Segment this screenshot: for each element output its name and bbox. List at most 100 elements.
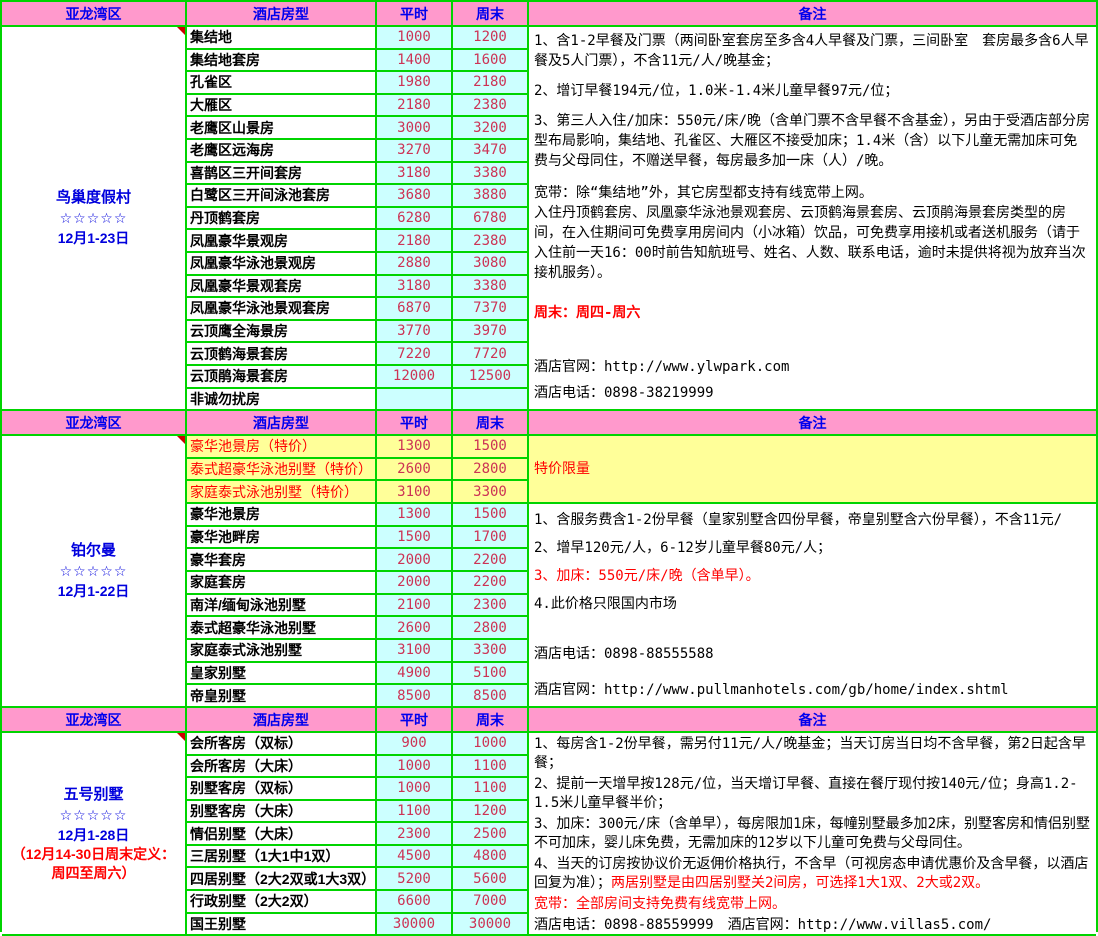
weekend-price-cell[interactable]: 5100 [453, 663, 529, 684]
room-type-cell[interactable]: 老鹰区远海房 [187, 140, 377, 161]
weekday-price-cell[interactable]: 7220 [377, 343, 453, 364]
header-cell-weekday[interactable]: 平时 [377, 708, 453, 731]
weekday-price-cell[interactable]: 2600 [377, 459, 453, 480]
weekday-price-cell[interactable]: 4500 [377, 846, 453, 867]
weekday-price-cell[interactable]: 6600 [377, 891, 453, 912]
room-type-cell[interactable]: 四居别墅（2大2双或1大3双） [187, 868, 377, 889]
room-type-cell[interactable]: 帝皇别墅 [187, 685, 377, 706]
room-type-cell[interactable]: 豪华池景房 [187, 504, 377, 525]
weekday-price-cell[interactable]: 3680 [377, 185, 453, 206]
header-cell-notes[interactable]: 备注 [529, 2, 1096, 25]
weekend-price-cell[interactable]: 1100 [453, 778, 529, 799]
weekend-price-cell[interactable]: 1000 [453, 733, 529, 754]
weekday-price-cell[interactable]: 900 [377, 733, 453, 754]
weekend-price-cell[interactable]: 2180 [453, 72, 529, 93]
weekend-price-cell[interactable]: 7000 [453, 891, 529, 912]
room-type-cell[interactable]: 豪华池畔房 [187, 527, 377, 548]
weekend-price-cell[interactable]: 2300 [453, 595, 529, 616]
comment-indicator-icon[interactable] [177, 27, 185, 35]
weekend-price-cell[interactable]: 12500 [453, 366, 529, 387]
header-cell-region[interactable]: 亚龙湾区 [2, 411, 187, 434]
weekend-price-cell[interactable]: 1200 [453, 801, 529, 822]
weekday-price-cell[interactable]: 3180 [377, 163, 453, 184]
weekday-price-cell[interactable]: 5200 [377, 868, 453, 889]
room-type-cell[interactable]: 丹顶鹤套房 [187, 208, 377, 229]
header-cell-region[interactable]: 亚龙湾区 [2, 2, 187, 25]
weekend-price-cell[interactable]: 3970 [453, 321, 529, 342]
weekend-price-cell[interactable]: 1500 [453, 504, 529, 525]
weekday-price-cell[interactable]: 3770 [377, 321, 453, 342]
weekday-price-cell[interactable]: 2000 [377, 549, 453, 570]
room-type-cell[interactable]: 云顶鹤海景套房 [187, 343, 377, 364]
weekday-price-cell[interactable]: 2300 [377, 823, 453, 844]
weekday-price-cell[interactable]: 3270 [377, 140, 453, 161]
weekday-price-cell[interactable]: 2880 [377, 253, 453, 274]
weekday-price-cell[interactable]: 1400 [377, 50, 453, 71]
weekday-price-cell[interactable]: 3180 [377, 276, 453, 297]
hotel-info-cell[interactable]: 铂尔曼 ☆☆☆☆☆ 12月1-22日 [2, 436, 187, 706]
weekday-price-cell[interactable] [377, 389, 453, 410]
weekend-price-cell[interactable]: 3470 [453, 140, 529, 161]
hotel-info-cell[interactable]: 鸟巢度假村 ☆☆☆☆☆ 12月1-23日 [2, 27, 187, 409]
weekend-price-cell[interactable]: 2800 [453, 459, 529, 480]
comment-indicator-icon[interactable] [177, 733, 185, 741]
room-type-cell[interactable]: 云顶鹃海景套房 [187, 366, 377, 387]
weekend-price-cell[interactable]: 2380 [453, 230, 529, 251]
room-type-cell[interactable]: 别墅客房（双标） [187, 778, 377, 799]
weekday-price-cell[interactable]: 4900 [377, 663, 453, 684]
room-type-cell[interactable]: 国王别墅 [187, 914, 377, 935]
header-cell-room-type[interactable]: 酒店房型 [187, 411, 377, 434]
room-type-cell[interactable]: 会所客房（双标） [187, 733, 377, 754]
weekday-price-cell[interactable]: 1000 [377, 756, 453, 777]
weekend-price-cell[interactable]: 3380 [453, 163, 529, 184]
room-type-cell[interactable]: 白鹭区三开间泳池套房 [187, 185, 377, 206]
notes-cell[interactable]: 1、每房含1-2份早餐，需另付11元/人/晚基金；当天订房当日均不含早餐，第2日… [529, 733, 1096, 934]
header-cell-notes[interactable]: 备注 [529, 411, 1096, 434]
notes-cell[interactable]: 特价限量1、含服务费含1-2份早餐（皇家别墅含四份早餐，帝皇别墅含六份早餐），不… [529, 436, 1096, 706]
weekday-price-cell[interactable]: 1000 [377, 27, 453, 48]
room-type-cell[interactable]: 集结地套房 [187, 50, 377, 71]
notes-cell[interactable]: 1、含1-2早餐及门票（两间卧室套房至多含4人早餐及门票，三间卧室 套房最多含6… [529, 27, 1096, 409]
room-type-cell[interactable]: 情侣别墅（大床） [187, 823, 377, 844]
weekend-price-cell[interactable]: 1500 [453, 436, 529, 457]
room-type-cell[interactable]: 皇家别墅 [187, 663, 377, 684]
room-type-cell[interactable]: 泰式超豪华泳池别墅（特价） [187, 459, 377, 480]
weekday-price-cell[interactable]: 6870 [377, 298, 453, 319]
header-cell-region[interactable]: 亚龙湾区 [2, 708, 187, 731]
weekday-price-cell[interactable]: 6280 [377, 208, 453, 229]
weekend-price-cell[interactable]: 3300 [453, 481, 529, 502]
weekday-price-cell[interactable]: 1000 [377, 778, 453, 799]
header-cell-room-type[interactable]: 酒店房型 [187, 708, 377, 731]
weekend-price-cell[interactable]: 2200 [453, 572, 529, 593]
room-type-cell[interactable]: 家庭套房 [187, 572, 377, 593]
weekend-price-cell[interactable] [453, 389, 529, 410]
room-type-cell[interactable]: 集结地 [187, 27, 377, 48]
header-cell-weekday[interactable]: 平时 [377, 411, 453, 434]
weekend-price-cell[interactable]: 5600 [453, 868, 529, 889]
room-type-cell[interactable]: 云顶鹰全海景房 [187, 321, 377, 342]
weekend-price-cell[interactable]: 2380 [453, 95, 529, 116]
room-type-cell[interactable]: 老鹰区山景房 [187, 117, 377, 138]
weekend-price-cell[interactable]: 6780 [453, 208, 529, 229]
weekend-price-cell[interactable]: 30000 [453, 914, 529, 935]
room-type-cell[interactable]: 凤凰豪华泳池景观房 [187, 253, 377, 274]
weekend-price-cell[interactable]: 1600 [453, 50, 529, 71]
header-cell-weekend[interactable]: 周末 [453, 2, 529, 25]
weekend-price-cell[interactable]: 1700 [453, 527, 529, 548]
room-type-cell[interactable]: 家庭泰式泳池别墅（特价） [187, 481, 377, 502]
weekend-price-cell[interactable]: 4800 [453, 846, 529, 867]
weekday-price-cell[interactable]: 1300 [377, 504, 453, 525]
weekend-price-cell[interactable]: 3300 [453, 640, 529, 661]
weekday-price-cell[interactable]: 1980 [377, 72, 453, 93]
weekday-price-cell[interactable]: 2100 [377, 595, 453, 616]
weekday-price-cell[interactable]: 8500 [377, 685, 453, 706]
room-type-cell[interactable]: 凤凰豪华景观套房 [187, 276, 377, 297]
room-type-cell[interactable]: 凤凰豪华景观房 [187, 230, 377, 251]
room-type-cell[interactable]: 豪华套房 [187, 549, 377, 570]
room-type-cell[interactable]: 大雁区 [187, 95, 377, 116]
weekday-price-cell[interactable]: 2000 [377, 572, 453, 593]
weekend-price-cell[interactable]: 7370 [453, 298, 529, 319]
comment-indicator-icon[interactable] [177, 436, 185, 444]
header-cell-notes[interactable]: 备注 [529, 708, 1096, 731]
header-cell-weekend[interactable]: 周末 [453, 708, 529, 731]
